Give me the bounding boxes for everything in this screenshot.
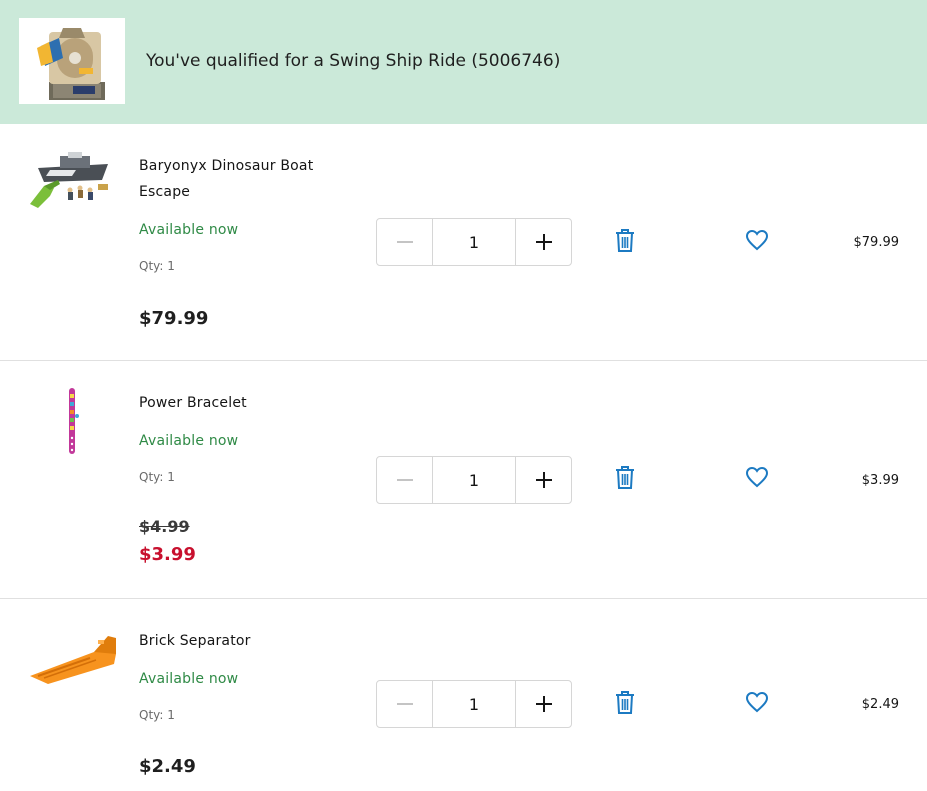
product-image-baryonyx-boat[interactable] <box>24 146 120 216</box>
plus-icon <box>535 696 552 712</box>
plus-icon <box>535 234 552 250</box>
gift-product-image <box>19 18 125 104</box>
qty-label: Qty: 1 <box>139 470 175 484</box>
minus-icon <box>396 479 413 481</box>
quantity-value[interactable]: 1 <box>432 457 516 503</box>
remove-item-button[interactable] <box>614 690 636 716</box>
decrease-quantity-button[interactable] <box>377 681 432 727</box>
minus-icon <box>396 703 413 705</box>
line-total: $3.99 <box>861 473 899 488</box>
product-name[interactable]: Baryonyx Dinosaur Boat Escape <box>139 153 329 205</box>
sale-price: $3.99 <box>139 544 196 565</box>
availability-status: Available now <box>139 433 239 449</box>
product-price: $79.99 <box>139 308 209 329</box>
add-to-wishlist-button[interactable] <box>745 691 769 713</box>
product-price: $2.49 <box>139 756 196 777</box>
item-divider <box>0 598 927 599</box>
quantity-stepper: 1 <box>376 680 572 728</box>
product-image-power-bracelet[interactable] <box>24 386 120 456</box>
qty-label: Qty: 1 <box>139 259 175 273</box>
availability-status: Available now <box>139 671 239 687</box>
item-divider <box>0 360 927 361</box>
quantity-value[interactable]: 1 <box>432 219 516 265</box>
heart-icon <box>745 691 769 713</box>
decrease-quantity-button[interactable] <box>377 219 432 265</box>
line-total: $2.49 <box>861 697 899 712</box>
increase-quantity-button[interactable] <box>516 457 571 503</box>
add-to-wishlist-button[interactable] <box>745 466 769 488</box>
increase-quantity-button[interactable] <box>516 219 571 265</box>
remove-item-button[interactable] <box>614 465 636 491</box>
line-total: $79.99 <box>853 235 900 250</box>
quantity-stepper: 1 <box>376 456 572 504</box>
trash-icon <box>616 466 634 489</box>
remove-item-button[interactable] <box>614 228 636 254</box>
heart-icon <box>745 229 769 251</box>
product-name[interactable]: Power Bracelet <box>139 390 329 416</box>
qty-label: Qty: 1 <box>139 708 175 722</box>
decrease-quantity-button[interactable] <box>377 457 432 503</box>
quantity-stepper: 1 <box>376 218 572 266</box>
trash-icon <box>616 691 634 714</box>
minus-icon <box>396 241 413 243</box>
heart-icon <box>745 466 769 488</box>
product-image-brick-separator[interactable] <box>24 624 120 694</box>
trash-icon <box>616 229 634 252</box>
increase-quantity-button[interactable] <box>516 681 571 727</box>
plus-icon <box>535 472 552 488</box>
gift-qualification-message: You've qualified for a Swing Ship Ride (… <box>146 51 561 71</box>
quantity-value[interactable]: 1 <box>432 681 516 727</box>
original-price: $4.99 <box>139 517 190 536</box>
product-name[interactable]: Brick Separator <box>139 628 329 654</box>
gift-qualification-banner: You've qualified for a Swing Ship Ride (… <box>0 0 927 124</box>
availability-status: Available now <box>139 222 239 238</box>
add-to-wishlist-button[interactable] <box>745 229 769 251</box>
